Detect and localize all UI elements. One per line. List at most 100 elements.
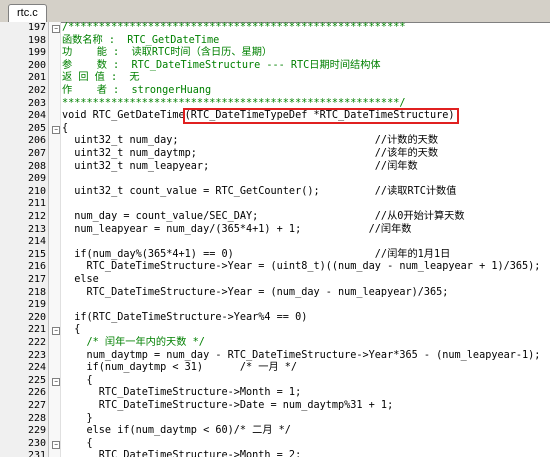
line-number: 213 [27,223,46,235]
line-number: 216 [27,261,46,273]
code-line[interactable]: 215 if(num_day%(365*4+1) == 0) //闰年的1月1日 [0,249,550,262]
code-text: { [62,324,81,336]
code-line[interactable]: 229 else if(num_daytmp < 60)/* 二月 */ [0,425,550,438]
line-number: 200 [27,59,46,71]
code-text: uint32_t num_day; //计数的天数 [62,135,439,147]
code-text: RTC_DateTimeStructure->Month = 1; [62,387,302,399]
code-text: 返 回 值 : 无 [62,72,140,84]
code-line[interactable]: 225− { [0,375,550,388]
line-number: 226 [27,387,46,399]
line-number: 209 [27,173,46,185]
line-number: 230 [27,437,46,449]
code-line[interactable]: 217 else [0,274,550,287]
code-line[interactable]: 212 num_day = count_value/SEC_DAY; //从0开… [0,211,550,224]
code-line[interactable]: 211 [0,198,550,211]
code-line[interactable]: 220 if(RTC_DateTimeStructure->Year%4 == … [0,312,550,325]
code-line[interactable]: 209 [0,173,550,186]
code-text: RTC_DateTimeStructure->Year = (uint8_t)(… [62,261,541,273]
line-number: 199 [27,47,46,59]
code-line[interactable]: 197−/***********************************… [0,22,550,35]
code-line[interactable]: 198 函数名称 : RTC_GetDateTime [0,35,550,48]
code-line[interactable]: 230− { [0,438,550,451]
code-line[interactable]: 208 uint32_t num_leapyear; //闰年数 [0,161,550,174]
line-number: 229 [27,425,46,437]
code-text: { [62,122,69,134]
code-line[interactable]: 200 参 数 : RTC_DateTimeStructure --- RTC日期… [0,60,550,73]
code-text: 函数名称 : RTC_GetDateTime [62,34,220,46]
code-text: 功 能 : 读取RTC时间（含日历、星期） [62,47,273,59]
line-number: 211 [27,198,46,210]
code-text: 作 者 : strongerHuang [62,85,212,96]
code-line[interactable]: 228 } [0,413,550,426]
code-text: 参 数 : RTC_DateTimeStructure --- RTC日期时间结… [62,59,381,71]
code-text: RTC_DateTimeStructure->Date = num_daytmp… [62,400,394,411]
code-line[interactable]: 219 [0,299,550,312]
line-number: 204 [27,110,46,122]
code-text: num_daytmp = num_day - RTC_DateTimeStruc… [62,349,541,361]
fold-toggle-icon[interactable]: − [52,125,60,134]
line-number: 228 [27,412,46,424]
code-text: RTC_DateTimeStructure->Year = (num_day -… [62,286,449,298]
line-number: 220 [27,311,46,323]
code-text: else [62,274,99,285]
code-line[interactable]: 210 uint32_t count_value = RTC_GetCounte… [0,186,550,199]
code-text: if(num_day%(365*4+1) == 0) //闰年的1月1日 [62,248,451,260]
line-number: 205 [27,122,46,134]
line-number: 231 [27,450,46,457]
line-number: 207 [27,148,46,159]
code-line[interactable]: 218 RTC_DateTimeStructure->Year = (num_d… [0,287,550,300]
code-text: /* 闰年一年内的天数 */ [62,337,205,348]
line-number: 221 [27,324,46,336]
code-text: uint32_t num_leapyear; //闰年数 [62,160,418,172]
line-number: 224 [27,362,46,374]
code-text: if(RTC_DateTimeStructure->Year%4 == 0) [62,311,308,323]
line-number: 217 [27,274,46,285]
line-number: 212 [27,211,46,222]
code-line[interactable]: 227 RTC_DateTimeStructure->Date = num_da… [0,400,550,413]
code-text: else if(num_daytmp < 60)/* 二月 */ [62,425,291,437]
line-number: 198 [27,34,46,46]
code-text: num_day = count_value/SEC_DAY; //从0开始计算天… [62,211,465,222]
line-number: 214 [27,236,46,248]
code-line[interactable]: 213 num_leapyear = num_day/(365*4+1) + 1… [0,224,550,237]
code-text: { [62,374,93,386]
code-line[interactable]: 222 /* 闰年一年内的天数 */ [0,337,550,350]
line-number: 215 [27,248,46,260]
line-number: 206 [27,135,46,147]
line-number: 219 [27,299,46,311]
code-line[interactable]: 224 if(num_daytmp < 31) /* 一月 */ [0,362,550,375]
code-text: uint32_t num_daytmp; //该年的天数 [62,148,439,159]
code-editor[interactable]: 197−/***********************************… [0,22,550,457]
line-number: 197 [27,22,46,33]
code-line[interactable]: 201 返 回 值 : 无 [0,72,550,85]
code-line[interactable]: 207 uint32_t num_daytmp; //该年的天数 [0,148,550,161]
line-number: 208 [27,160,46,172]
line-number: 210 [27,185,46,197]
file-tab-bar: rtc.c [0,0,550,23]
code-line[interactable]: 231 RTC_DateTimeStructure->Month = 2; [0,450,550,457]
code-text: if(num_daytmp < 31) /* 一月 */ [62,362,298,374]
code-line[interactable]: 223 num_daytmp = num_day - RTC_DateTimeS… [0,350,550,363]
code-line[interactable]: 199 功 能 : 读取RTC时间（含日历、星期） [0,47,550,60]
line-number: 222 [27,337,46,348]
code-text: } [62,412,93,424]
tab-rtc-c[interactable]: rtc.c [8,4,47,22]
line-number: 225 [27,374,46,386]
line-number: 218 [27,286,46,298]
parameter-highlight-box [182,108,459,125]
code-line[interactable]: 202 作 者 : strongerHuang [0,85,550,98]
code-line[interactable]: 216 RTC_DateTimeStructure->Year = (uint8… [0,261,550,274]
code-line[interactable]: 226 RTC_DateTimeStructure->Month = 1; [0,387,550,400]
line-number: 203 [27,97,46,109]
fold-toggle-icon[interactable]: − [52,377,60,386]
fold-toggle-icon[interactable]: − [52,440,60,449]
fold-toggle-icon[interactable]: − [52,25,60,33]
code-line[interactable]: 214 [0,236,550,249]
code-line[interactable]: 206 uint32_t num_day; //计数的天数 [0,135,550,148]
fold-toggle-icon[interactable]: − [52,327,60,336]
code-line[interactable]: 221− { [0,324,550,337]
code-text: { [62,437,93,449]
line-number: 223 [27,349,46,361]
code-line[interactable]: 205−{ [0,123,550,136]
line-number: 201 [27,72,46,84]
